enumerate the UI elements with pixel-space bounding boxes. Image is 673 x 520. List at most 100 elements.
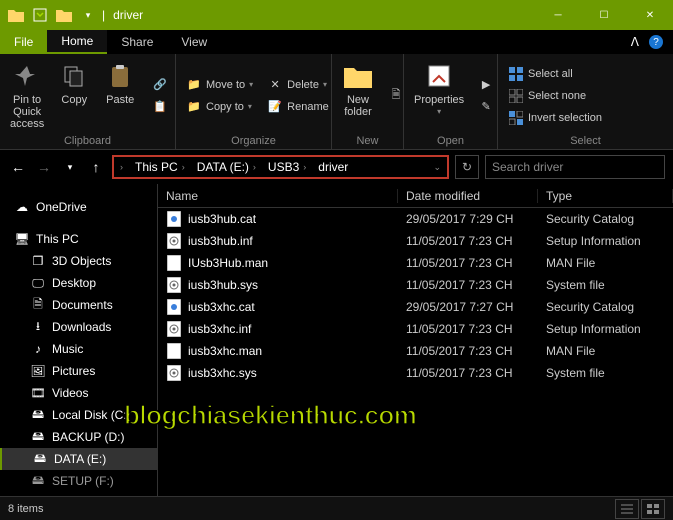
ribbon-collapse-icon[interactable]: ᐱ — [631, 35, 639, 49]
search-input[interactable]: Search driver — [485, 155, 665, 179]
drive-icon: 🖴 — [30, 473, 46, 489]
address-dropdown-icon[interactable]: ⌄ — [427, 162, 447, 173]
paste-icon — [104, 60, 136, 92]
file-date: 11/05/2017 7:23 CH — [398, 322, 538, 336]
file-type: MAN File — [538, 256, 673, 270]
col-name[interactable]: Name — [158, 189, 398, 203]
tree-downloads[interactable]: ⭳Downloads — [0, 316, 157, 338]
file-row[interactable]: iusb3hub.inf 11/05/2017 7:23 CHSetup Info… — [158, 230, 673, 252]
music-icon: ♪ — [30, 341, 46, 357]
window-title: driver — [113, 8, 143, 22]
file-type: Security Catalog — [538, 300, 673, 314]
file-icon — [166, 299, 182, 315]
file-type: Setup Information — [538, 322, 673, 336]
file-name: iusb3xhc.inf — [188, 322, 251, 336]
file-row[interactable]: IUsb3Hub.man11/05/2017 7:23 CHMAN File — [158, 252, 673, 274]
tab-file[interactable]: File — [0, 30, 47, 54]
tree-pictures[interactable]: 🖼Pictures — [0, 360, 157, 382]
tree-thispc[interactable]: 🖥This PC — [0, 228, 157, 250]
close-button[interactable]: ✕ — [627, 0, 673, 30]
tab-share[interactable]: Share — [107, 30, 167, 54]
file-date: 11/05/2017 7:23 CH — [398, 344, 538, 358]
details-view-button[interactable] — [615, 499, 639, 519]
file-name: iusb3hub.inf — [188, 234, 253, 248]
col-type[interactable]: Type — [538, 189, 673, 203]
select-group-label: Select — [504, 133, 667, 147]
select-none-button[interactable]: Select none — [504, 86, 606, 106]
file-row[interactable]: iusb3hub.sys11/05/2017 7:23 CHSystem fil… — [158, 274, 673, 296]
file-row[interactable]: iusb3hub.cat29/05/2017 7:29 CHSecurity C… — [158, 208, 673, 230]
back-button[interactable]: ← — [8, 157, 28, 177]
tab-view[interactable]: View — [167, 30, 221, 54]
rename-button[interactable]: 📝Rename — [263, 97, 333, 117]
new-folder-button[interactable]: New folder — [338, 58, 378, 133]
qat-properties-icon[interactable] — [30, 5, 50, 25]
file-date: 11/05/2017 7:23 CH — [398, 234, 538, 248]
select-all-button[interactable]: Select all — [504, 64, 606, 84]
open-button[interactable]: ▶ — [474, 75, 498, 95]
file-row[interactable]: iusb3xhc.inf 11/05/2017 7:23 CHSetup Info… — [158, 318, 673, 340]
file-type: Setup Information — [538, 234, 673, 248]
refresh-button[interactable]: ↻ — [455, 155, 479, 179]
file-row[interactable]: iusb3xhc.cat29/05/2017 7:27 CHSecurity C… — [158, 296, 673, 318]
tab-home[interactable]: Home — [47, 30, 107, 54]
maximize-button[interactable]: ☐ — [581, 0, 627, 30]
navigation-tree[interactable]: ☁OneDrive 🖥This PC ❒3D Objects 🖵Desktop … — [0, 184, 158, 496]
invert-selection-button[interactable]: Invert selection — [504, 108, 606, 128]
folder-icon — [54, 5, 74, 25]
breadcrumb-thispc[interactable]: This PC› — [129, 160, 191, 174]
tree-music[interactable]: ♪Music — [0, 338, 157, 360]
file-type: System file — [538, 278, 673, 292]
drive-icon: 🖴 — [32, 451, 48, 467]
file-name: iusb3xhc.cat — [188, 300, 255, 314]
tree-data-e[interactable]: 🖴DATA (E:) — [0, 448, 157, 470]
tree-desktop[interactable]: 🖵Desktop — [0, 272, 157, 294]
open-icon: ▶ — [478, 77, 494, 93]
properties-button[interactable]: Properties▾ — [410, 58, 468, 133]
up-button[interactable]: ↑ — [86, 157, 106, 177]
tree-local-disk-c[interactable]: 🖴Local Disk (C:) — [0, 404, 157, 426]
tree-documents[interactable]: 🗎Documents — [0, 294, 157, 316]
move-to-button[interactable]: 📁Move to▾ — [182, 75, 257, 95]
status-text: 8 items — [8, 503, 43, 515]
shortcut-icon: 📋 — [152, 99, 168, 115]
file-name: iusb3xhc.man — [188, 344, 262, 358]
address-bar[interactable]: › This PC› DATA (E:)› USB3› driver ⌄ — [112, 155, 449, 179]
col-date[interactable]: Date modified — [398, 189, 538, 203]
breadcrumb-driver[interactable]: driver — [312, 160, 354, 174]
tree-onedrive[interactable]: ☁OneDrive — [0, 196, 157, 218]
qat-dropdown-icon[interactable]: ▾ — [78, 5, 98, 25]
recent-locations-button[interactable]: ▾ — [60, 157, 80, 177]
file-name: IUsb3Hub.man — [188, 256, 268, 270]
paste-shortcut-button[interactable]: 📋 — [148, 97, 172, 117]
clipboard-group-label: Clipboard — [6, 133, 169, 147]
minimize-button[interactable]: ─ — [535, 0, 581, 30]
tree-setup-f[interactable]: 🖴SETUP (F:) — [0, 470, 157, 492]
file-date: 29/05/2017 7:29 CH — [398, 212, 538, 226]
ribbon: Pin to Quick access Copy Paste 🔗 📋 Clipb… — [0, 54, 673, 150]
forward-button[interactable]: → — [34, 157, 54, 177]
edit-button[interactable]: ✎ — [474, 97, 498, 117]
tree-videos[interactable]: 🎞Videos — [0, 382, 157, 404]
delete-button[interactable]: ✕Delete▾ — [263, 75, 333, 95]
breadcrumb-usb3[interactable]: USB3› — [262, 160, 312, 174]
copy-to-button[interactable]: 📁Copy to▾ — [182, 97, 257, 117]
move-icon: 📁 — [186, 77, 202, 93]
help-icon[interactable]: ? — [649, 35, 663, 49]
file-row[interactable]: iusb3xhc.sys11/05/2017 7:23 CHSystem fil… — [158, 362, 673, 384]
tree-3d-objects[interactable]: ❒3D Objects — [0, 250, 157, 272]
tree-backup-d[interactable]: 🖴BACKUP (D:) — [0, 426, 157, 448]
file-icon — [166, 255, 182, 271]
pin-to-quick-access-button[interactable]: Pin to Quick access — [6, 58, 48, 133]
file-row[interactable]: iusb3xhc.man11/05/2017 7:23 CHMAN File — [158, 340, 673, 362]
thumbnails-view-button[interactable] — [641, 499, 665, 519]
pin-icon — [11, 60, 43, 92]
title-bar: ▾ | driver ─ ☐ ✕ — [0, 0, 673, 30]
properties-icon — [423, 60, 455, 92]
copy-path-button[interactable]: 🔗 — [148, 75, 172, 95]
breadcrumb-data-e[interactable]: DATA (E:)› — [191, 160, 262, 174]
paste-button[interactable]: Paste — [100, 58, 140, 133]
file-icon — [166, 277, 182, 293]
column-headers[interactable]: Name Date modified Type — [158, 184, 673, 208]
copy-button[interactable]: Copy — [54, 58, 94, 133]
